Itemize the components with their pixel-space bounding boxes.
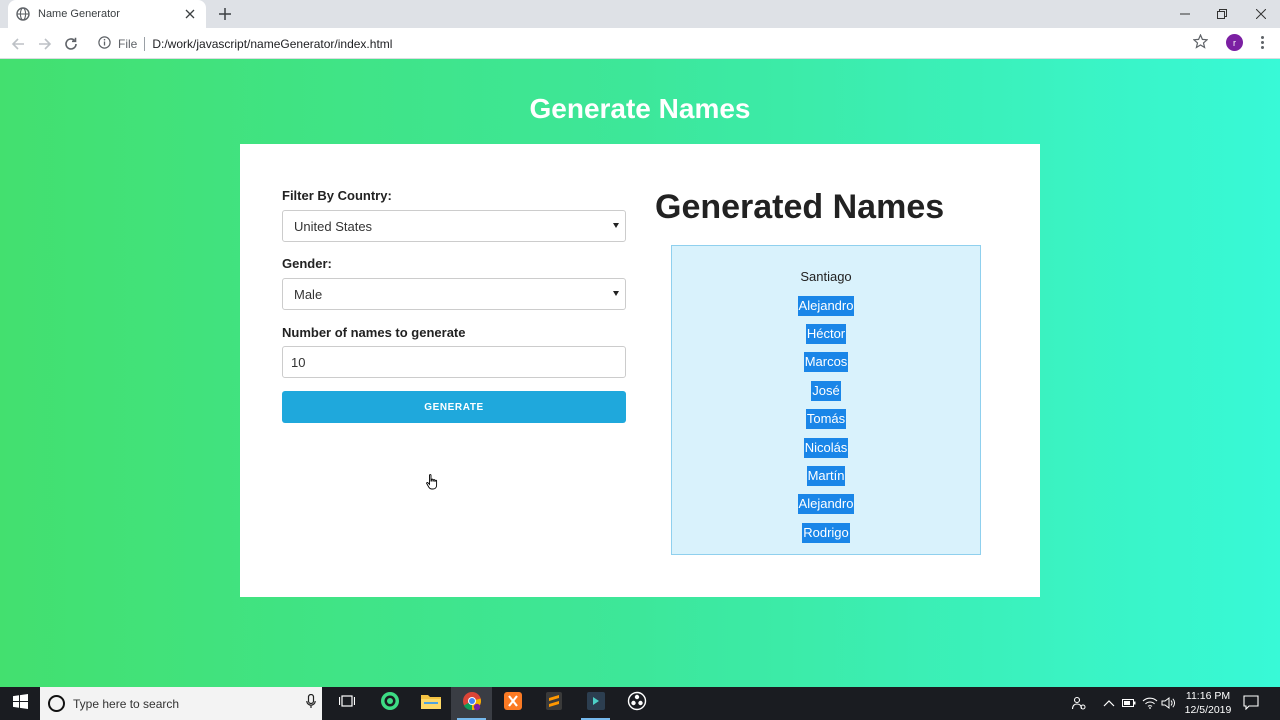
taskbar-app-sublime-text[interactable] [533,687,574,720]
windows-logo-icon [12,693,28,714]
start-button[interactable] [0,687,40,720]
back-arrow-icon[interactable] [8,34,28,54]
count-input-value: 10 [291,354,306,370]
generate-button[interactable]: GENERATE [282,391,626,423]
profile-avatar[interactable]: r [1226,34,1243,51]
wifi-icon[interactable] [1142,695,1158,711]
count-input[interactable]: 10 [282,346,626,378]
people-icon[interactable] [1071,695,1087,711]
globe-icon [16,7,30,21]
taskbar-search-box[interactable]: Type here to search [40,687,322,720]
results-box: Santiago Alejandro Héctor Marcos José Tomás Ni… [671,245,981,555]
generated-name: Nicolás [803,437,849,458]
minimize-button[interactable] [1166,0,1204,28]
gender-select-value: Male [294,286,323,302]
name-list-item: Nicolás [803,433,849,461]
browser-toolbar: File D:/work/javascript/nameGenerator/in… [0,28,1280,59]
results-heading: Generated Names [655,188,945,226]
country-select-value: United States [294,218,373,234]
country-label: Filter By Country: [282,188,392,203]
clock-time: 11:16 PM [1185,690,1231,702]
country-select[interactable]: United States [282,210,626,242]
gender-label: Gender: [282,256,332,271]
clock-date: 12/5/2019 [1184,704,1232,716]
taskbar-app-vscode[interactable] [575,687,616,720]
name-list-item: Martín [806,462,846,490]
file-scheme-label: File [118,36,138,51]
count-label: Number of names to generate [282,325,466,340]
generated-name: José [811,380,841,401]
folder-icon [420,693,441,714]
browser-tab[interactable]: Name Generator [8,0,206,28]
windows-taskbar: Type here to search 11:16 PM 12/5/2019 [0,687,1280,720]
name-list-item: José [811,377,841,405]
address-bar[interactable]: File D:/work/javascript/nameGenerator/in… [90,31,1218,56]
cortana-icon [48,695,65,712]
gender-select[interactable]: Male [282,278,626,310]
page-title: Generate Names [529,93,751,124]
tab-title: Name Generator [38,8,120,20]
name-list-item: Héctor [805,320,847,348]
code-editor-icon [586,691,606,716]
reload-icon[interactable] [61,34,81,54]
taskbar-app-chrome[interactable] [451,687,492,720]
task-view-button[interactable] [326,687,367,720]
name-list: Santiago Alejandro Héctor Marcos José Tomás Ni… [672,263,980,547]
taskbar-app-android-studio[interactable] [369,687,410,720]
chevron-up-icon[interactable] [1101,695,1117,711]
system-clock[interactable]: 11:16 PM 12/5/2019 [1180,689,1236,717]
microphone-icon[interactable] [306,693,316,714]
name-list-item: Alejandro [797,490,855,518]
url-text[interactable]: D:/work/javascript/nameGenerator/index.h… [152,37,392,51]
name-list-item: Rodrigo [802,519,850,547]
restore-button[interactable] [1203,0,1241,28]
battery-icon[interactable] [1121,695,1137,711]
generated-name: Martín [806,465,846,486]
volume-icon[interactable] [1160,695,1176,711]
generated-name: Tomás [805,409,847,430]
generator-card: Filter By Country: United States Gender:… [240,144,1040,597]
dropdown-caret-icon [613,223,619,228]
sublime-text-icon [544,691,564,716]
notification-icon[interactable] [1243,695,1259,715]
generated-name: Héctor [805,323,847,344]
hand-cursor-icon [426,474,438,495]
generated-name: Alejandro [797,295,855,316]
taskbar-app-obs[interactable] [616,687,657,720]
name-list-item: Tomás [805,405,847,433]
menu-kebab-icon[interactable] [1256,34,1268,51]
generated-name: Rodrigo [802,522,850,543]
taskbar-app-xampp[interactable] [492,687,533,720]
name-list-item: Marcos [803,348,849,376]
dropdown-caret-icon [613,291,619,296]
task-view-icon [338,694,355,713]
page-viewport: Generate Names Filter By Country: United… [0,59,1280,687]
generated-name: Santiago [800,269,852,285]
tab-strip: Name Generator [0,0,1280,28]
name-list-item: Santiago [799,263,852,291]
close-tab-icon[interactable] [182,6,198,22]
bookmark-star-icon[interactable] [1192,33,1209,54]
forward-arrow-icon[interactable] [35,34,55,54]
taskbar-app-file-explorer[interactable] [410,687,451,720]
close-window-button[interactable] [1242,0,1280,28]
taskbar-search-placeholder: Type here to search [73,696,180,711]
new-tab-button[interactable] [216,5,234,23]
info-icon[interactable] [98,36,111,54]
name-list-item: Alejandro [797,291,855,319]
generated-name: Alejandro [797,494,855,515]
address-divider [144,36,146,51]
android-studio-icon [380,691,400,716]
chrome-icon [462,691,482,716]
obs-icon [627,691,647,716]
generated-name: Marcos [803,352,849,373]
xampp-icon [503,691,523,716]
